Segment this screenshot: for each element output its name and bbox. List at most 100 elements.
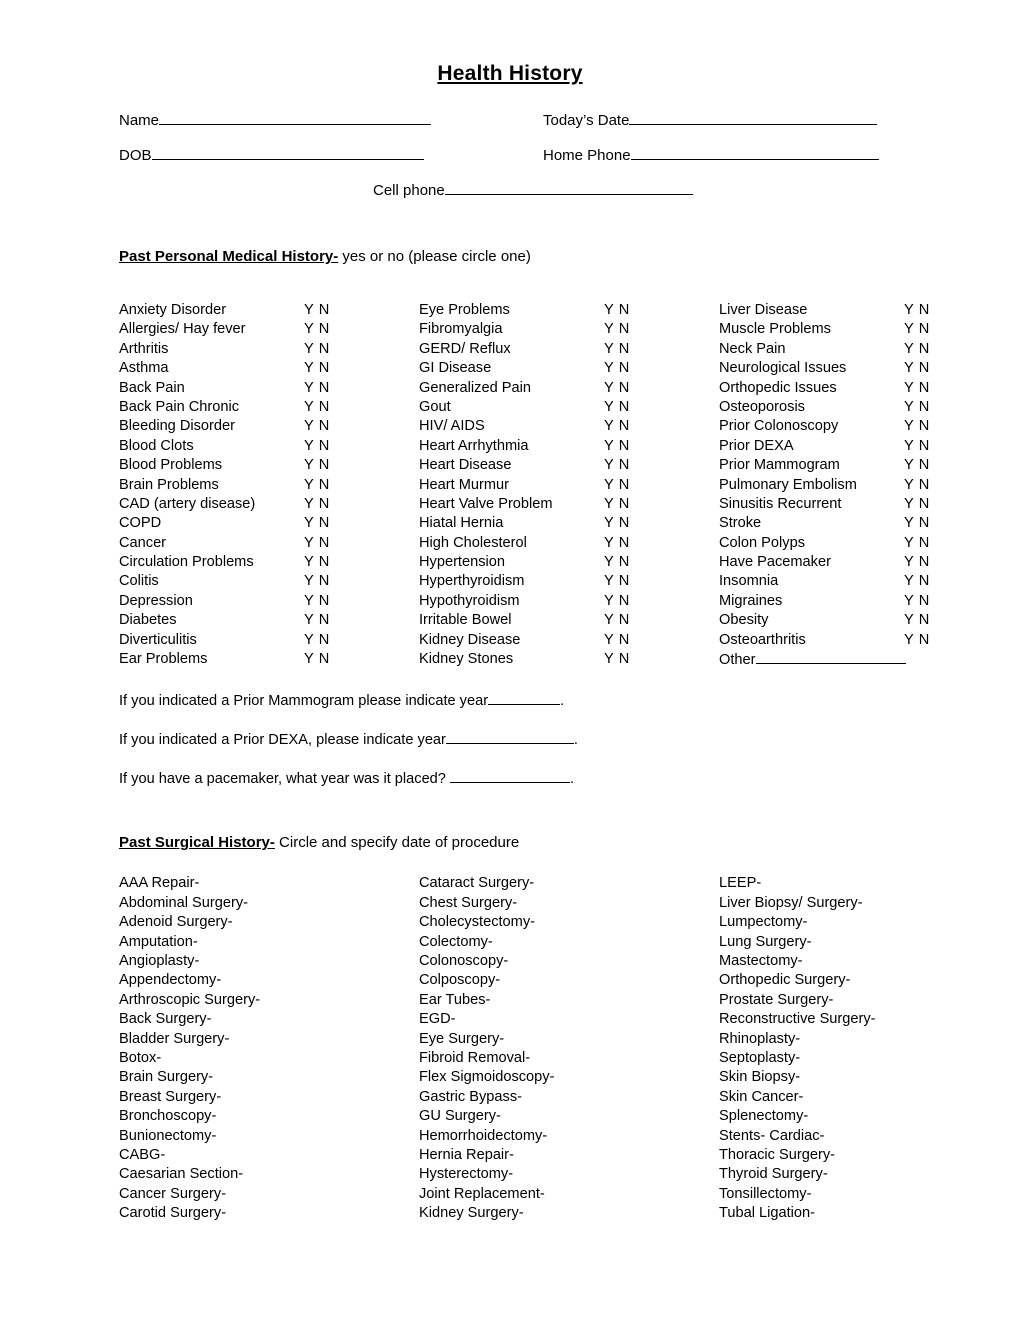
condition-yes-no-toggle[interactable]: Y N: [304, 456, 330, 475]
surgery-item[interactable]: Amputation-: [119, 933, 419, 952]
condition-yes-no-toggle[interactable]: Y N: [604, 301, 630, 320]
condition-yes-no-toggle[interactable]: Y N: [604, 592, 630, 611]
condition-yes-no-toggle[interactable]: Y N: [604, 534, 630, 553]
surgery-item[interactable]: Septoplasty-: [719, 1049, 1019, 1068]
surgery-item[interactable]: Hysterectomy-: [419, 1165, 719, 1184]
surgery-item[interactable]: Angioplasty-: [119, 952, 419, 971]
condition-other-input[interactable]: [755, 650, 906, 665]
surgery-item[interactable]: Reconstructive Surgery-: [719, 1010, 1019, 1029]
condition-yes-no-toggle[interactable]: Y N: [904, 514, 930, 533]
condition-yes-no-toggle[interactable]: Y N: [604, 359, 630, 378]
surgery-item[interactable]: Lumpectomy-: [719, 913, 1019, 932]
followup-year-input[interactable]: [445, 730, 574, 745]
surgery-item[interactable]: Orthopedic Surgery-: [719, 971, 1019, 990]
condition-yes-no-toggle[interactable]: Y N: [604, 320, 630, 339]
surgery-item[interactable]: Bunionectomy-: [119, 1127, 419, 1146]
condition-yes-no-toggle[interactable]: Y N: [304, 611, 330, 630]
surgery-item[interactable]: Cholecystectomy-: [419, 913, 719, 932]
surgery-item[interactable]: Splenectomy-: [719, 1107, 1019, 1126]
followup-year-input[interactable]: [449, 769, 570, 784]
surgery-item[interactable]: Joint Replacement-: [419, 1185, 719, 1204]
condition-yes-no-toggle[interactable]: Y N: [304, 476, 330, 495]
cell-phone-input[interactable]: [444, 180, 693, 195]
surgery-item[interactable]: Arthroscopic Surgery-: [119, 991, 419, 1010]
condition-yes-no-toggle[interactable]: Y N: [904, 301, 930, 320]
surgery-item[interactable]: Colectomy-: [419, 933, 719, 952]
surgery-item[interactable]: Bladder Surgery-: [119, 1030, 419, 1049]
surgery-item[interactable]: GU Surgery-: [419, 1107, 719, 1126]
condition-yes-no-toggle[interactable]: Y N: [904, 437, 930, 456]
condition-yes-no-toggle[interactable]: Y N: [904, 631, 930, 650]
surgery-item[interactable]: Thyroid Surgery-: [719, 1165, 1019, 1184]
home-phone-input[interactable]: [630, 145, 879, 160]
condition-yes-no-toggle[interactable]: Y N: [604, 456, 630, 475]
condition-yes-no-toggle[interactable]: Y N: [304, 320, 330, 339]
condition-yes-no-toggle[interactable]: Y N: [904, 495, 930, 514]
condition-yes-no-toggle[interactable]: Y N: [604, 514, 630, 533]
name-input[interactable]: [159, 110, 432, 125]
condition-yes-no-toggle[interactable]: Y N: [904, 398, 930, 417]
surgery-item[interactable]: Cataract Surgery-: [419, 874, 719, 893]
condition-yes-no-toggle[interactable]: Y N: [904, 417, 930, 436]
condition-yes-no-toggle[interactable]: Y N: [604, 340, 630, 359]
condition-yes-no-toggle[interactable]: Y N: [304, 650, 330, 669]
condition-yes-no-toggle[interactable]: Y N: [604, 379, 630, 398]
condition-yes-no-toggle[interactable]: Y N: [304, 572, 330, 591]
surgery-item[interactable]: Fibroid Removal-: [419, 1049, 719, 1068]
condition-yes-no-toggle[interactable]: Y N: [604, 650, 630, 669]
condition-yes-no-toggle[interactable]: Y N: [904, 553, 930, 572]
condition-yes-no-toggle[interactable]: Y N: [304, 359, 330, 378]
followup-year-input[interactable]: [488, 691, 561, 706]
condition-yes-no-toggle[interactable]: Y N: [604, 437, 630, 456]
condition-yes-no-toggle[interactable]: Y N: [904, 320, 930, 339]
condition-yes-no-toggle[interactable]: Y N: [304, 340, 330, 359]
condition-yes-no-toggle[interactable]: Y N: [304, 398, 330, 417]
surgery-item[interactable]: Lung Surgery-: [719, 933, 1019, 952]
condition-yes-no-toggle[interactable]: Y N: [904, 572, 930, 591]
condition-yes-no-toggle[interactable]: Y N: [304, 514, 330, 533]
condition-yes-no-toggle[interactable]: Y N: [604, 553, 630, 572]
condition-yes-no-toggle[interactable]: Y N: [604, 631, 630, 650]
condition-yes-no-toggle[interactable]: Y N: [604, 398, 630, 417]
condition-yes-no-toggle[interactable]: Y N: [304, 534, 330, 553]
condition-yes-no-toggle[interactable]: Y N: [904, 476, 930, 495]
surgery-item[interactable]: Rhinoplasty-: [719, 1030, 1019, 1049]
condition-yes-no-toggle[interactable]: Y N: [604, 476, 630, 495]
surgery-item[interactable]: Kidney Surgery-: [419, 1204, 719, 1223]
condition-yes-no-toggle[interactable]: Y N: [304, 437, 330, 456]
surgery-item[interactable]: Carotid Surgery-: [119, 1204, 419, 1223]
surgery-item[interactable]: Adenoid Surgery-: [119, 913, 419, 932]
surgery-item[interactable]: Skin Biopsy-: [719, 1068, 1019, 1087]
condition-yes-no-toggle[interactable]: Y N: [904, 359, 930, 378]
condition-yes-no-toggle[interactable]: Y N: [904, 456, 930, 475]
surgery-item[interactable]: Gastric Bypass-: [419, 1088, 719, 1107]
surgery-item[interactable]: Cancer Surgery-: [119, 1185, 419, 1204]
surgery-item[interactable]: Hemorrhoidectomy-: [419, 1127, 719, 1146]
surgery-item[interactable]: EGD-: [419, 1010, 719, 1029]
surgery-item[interactable]: AAA Repair-: [119, 874, 419, 893]
condition-yes-no-toggle[interactable]: Y N: [304, 379, 330, 398]
condition-yes-no-toggle[interactable]: Y N: [304, 417, 330, 436]
surgery-item[interactable]: Abdominal Surgery-: [119, 894, 419, 913]
surgery-item[interactable]: Brain Surgery-: [119, 1068, 419, 1087]
surgery-item[interactable]: Colposcopy-: [419, 971, 719, 990]
surgery-item[interactable]: Stents- Cardiac-: [719, 1127, 1019, 1146]
surgery-item[interactable]: Caesarian Section-: [119, 1165, 419, 1184]
condition-yes-no-toggle[interactable]: Y N: [304, 301, 330, 320]
surgery-item[interactable]: Appendectomy-: [119, 971, 419, 990]
condition-yes-no-toggle[interactable]: Y N: [904, 379, 930, 398]
condition-yes-no-toggle[interactable]: Y N: [904, 611, 930, 630]
surgery-item[interactable]: Tonsillectomy-: [719, 1185, 1019, 1204]
surgery-item[interactable]: Skin Cancer-: [719, 1088, 1019, 1107]
surgery-item[interactable]: Chest Surgery-: [419, 894, 719, 913]
condition-yes-no-toggle[interactable]: Y N: [304, 495, 330, 514]
surgery-item[interactable]: Thoracic Surgery-: [719, 1146, 1019, 1165]
condition-yes-no-toggle[interactable]: Y N: [304, 592, 330, 611]
surgery-item[interactable]: Colonoscopy-: [419, 952, 719, 971]
surgery-item[interactable]: LEEP-: [719, 874, 1019, 893]
surgery-item[interactable]: Tubal Ligation-: [719, 1204, 1019, 1223]
todays-date-input[interactable]: [629, 110, 878, 125]
condition-yes-no-toggle[interactable]: Y N: [604, 572, 630, 591]
surgery-item[interactable]: Ear Tubes-: [419, 991, 719, 1010]
surgery-item[interactable]: Breast Surgery-: [119, 1088, 419, 1107]
